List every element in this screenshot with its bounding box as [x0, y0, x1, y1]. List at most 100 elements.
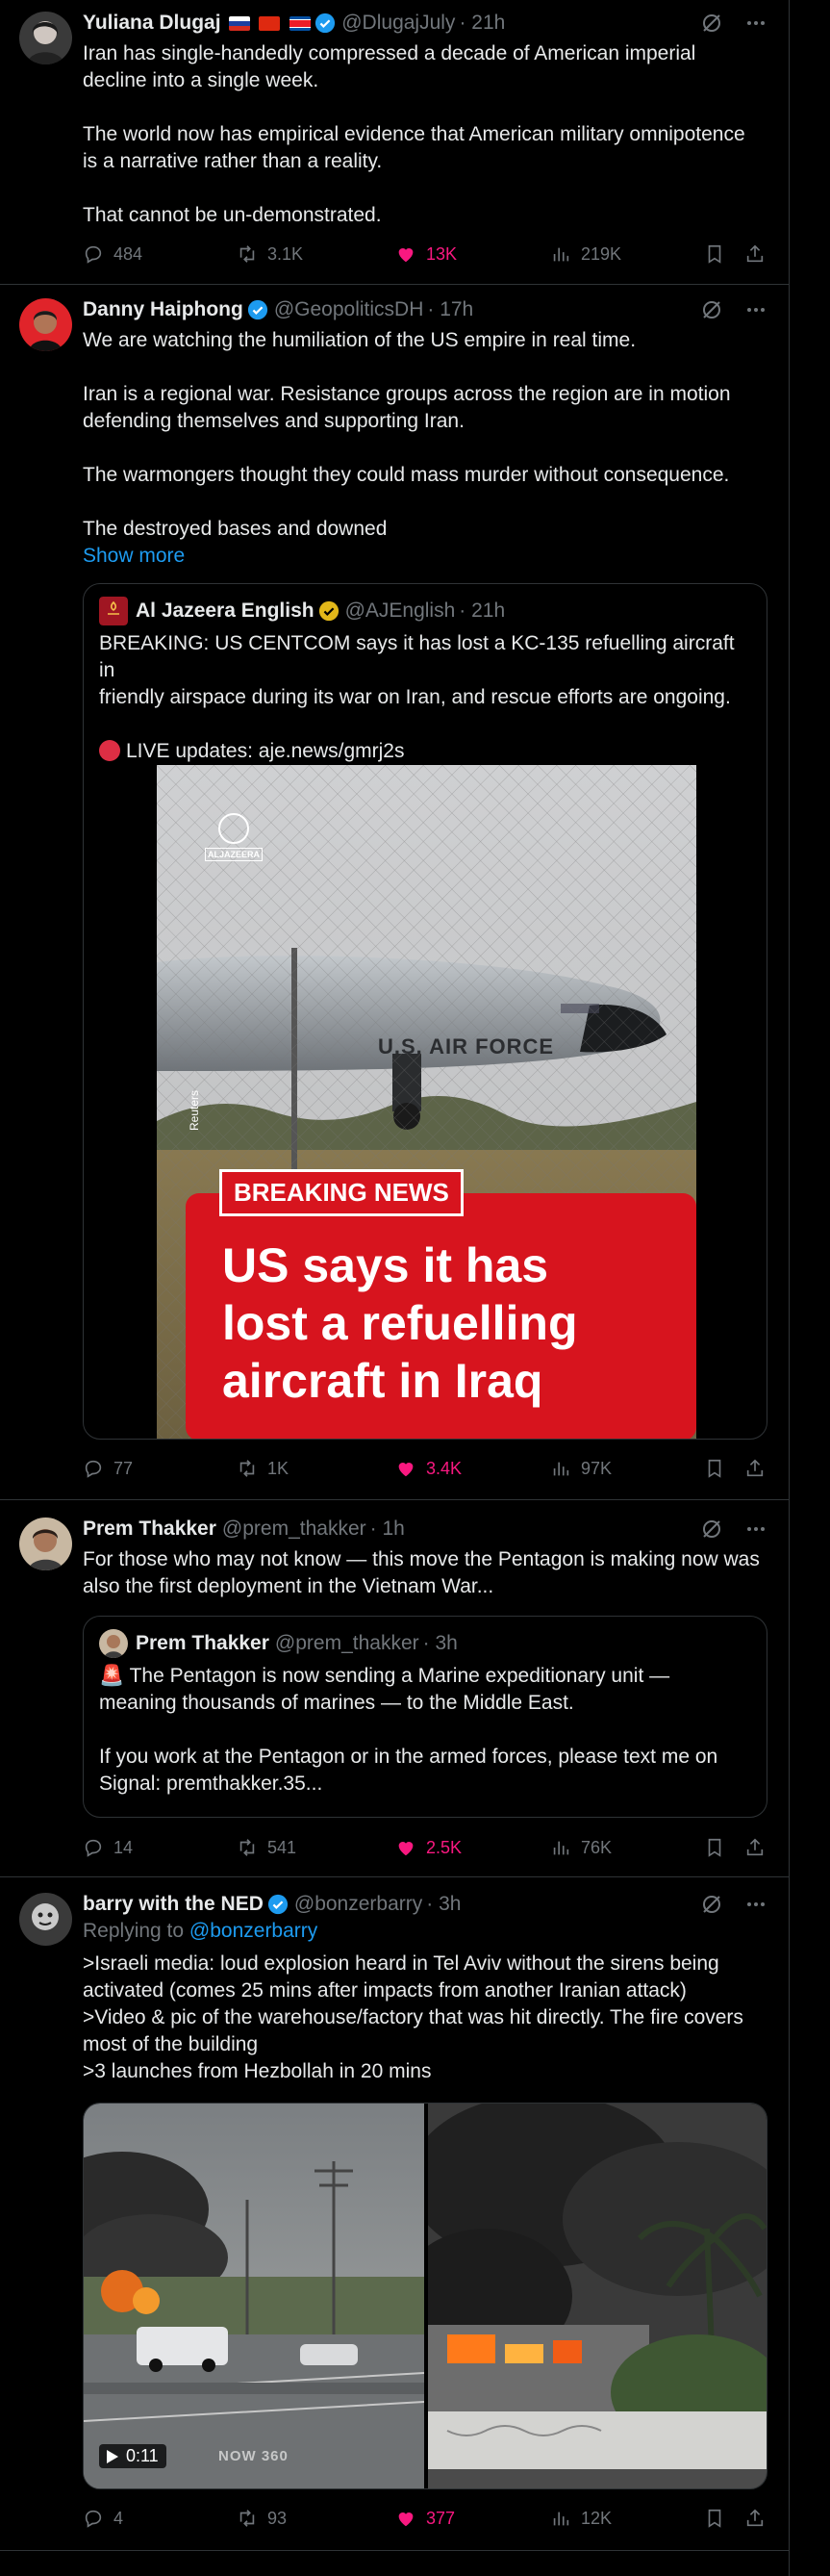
news-image[interactable]: ALJAZEERA U.S. AIR FORCE Reuters BREAKIN… — [157, 765, 696, 1439]
timeline-border — [789, 0, 790, 2576]
reply-button[interactable]: 4 — [83, 2508, 123, 2529]
handle[interactable]: @DlugajJuly — [341, 12, 455, 35]
display-name[interactable]: barry with the NED — [83, 1893, 264, 1916]
handle[interactable]: @bonzerbarry — [294, 1893, 422, 1916]
more-icon[interactable] — [744, 1893, 767, 1916]
like-button[interactable]: 377 — [395, 2508, 455, 2529]
tweet[interactable]: Yuliana Dlugaj @DlugajJuly · 21h Iran ha… — [0, 0, 789, 285]
share-button[interactable] — [744, 1458, 766, 1479]
grok-icon[interactable] — [700, 1893, 723, 1916]
views-button[interactable]: 219K — [550, 243, 621, 265]
repost-button[interactable]: 541 — [237, 1837, 296, 1858]
more-icon[interactable] — [744, 1518, 767, 1541]
avatar[interactable] — [99, 597, 128, 625]
replying-to-link[interactable]: @bonzerbarry — [189, 1920, 317, 1942]
handle[interactable]: @GeopoliticsDH — [274, 298, 424, 321]
timestamp: · 3h — [422, 1632, 458, 1654]
timestamp: · 21h — [459, 599, 506, 622]
show-more-link[interactable]: Show more — [83, 543, 767, 570]
reply-button[interactable]: 77 — [83, 1458, 133, 1479]
quoted-tweet[interactable]: Al Jazeera English @AJEnglish · 21h BREA… — [83, 583, 767, 1440]
display-name[interactable]: Prem Thakker — [83, 1518, 216, 1541]
bookmark-button[interactable] — [704, 1837, 725, 1858]
bookmark-icon — [708, 1838, 721, 1857]
display-name[interactable]: Prem Thakker — [136, 1632, 269, 1655]
avatar[interactable] — [19, 298, 72, 351]
repost-count: 1K — [267, 1458, 289, 1478]
views-icon — [553, 2512, 569, 2526]
avatar[interactable] — [19, 1518, 72, 1570]
handle[interactable]: @prem_thakker — [275, 1632, 419, 1655]
action-bar: 484 3.1K 13K 219K — [83, 240, 767, 268]
plane-marking: U.S. AIR FORCE — [378, 1034, 555, 1058]
like-count: 3.4K — [426, 1458, 463, 1478]
display-name[interactable]: Danny Haiphong — [83, 298, 243, 321]
view-count: 76K — [581, 1837, 613, 1857]
bookmark-button[interactable] — [704, 2508, 725, 2529]
share-button[interactable] — [744, 1837, 766, 1858]
views-button[interactable]: 97K — [550, 1458, 612, 1479]
view-count: 219K — [581, 243, 622, 264]
tweet[interactable]: Prem Thakker @prem_thakker · 1h For thos… — [0, 1500, 789, 1877]
timestamp[interactable]: · 17h — [427, 298, 473, 321]
views-button[interactable]: 12K — [550, 2508, 612, 2529]
live-link[interactable]: LIVE updates: aje.news/gmrj2s — [126, 740, 405, 762]
avatar[interactable] — [19, 12, 72, 64]
display-name[interactable]: Yuliana Dlugaj — [83, 12, 221, 35]
like-count: 13K — [426, 243, 458, 264]
reply-button[interactable]: 14 — [83, 1837, 133, 1858]
like-button[interactable]: 2.5K — [395, 1837, 462, 1858]
timestamp[interactable]: · 3h — [426, 1893, 461, 1916]
avatar[interactable] — [19, 1893, 72, 1946]
bookmark-button[interactable] — [704, 243, 725, 265]
more-icon[interactable] — [744, 298, 767, 321]
repost-button[interactable]: 1K — [237, 1458, 289, 1479]
views-button[interactable]: 76K — [550, 1837, 612, 1858]
tweet[interactable]: Danny Haiphong @GeopoliticsDH · 17h We a… — [0, 285, 789, 1500]
timestamp[interactable]: · 1h — [370, 1518, 405, 1541]
tweet-text: >Israeli media: loud explosion heard in … — [83, 1952, 743, 2082]
red-circle-icon — [99, 740, 120, 761]
quoted-tweet[interactable]: Prem Thakker @prem_thakker · 3h 🚨 The Pe… — [83, 1616, 767, 1818]
bookmark-icon — [708, 2509, 721, 2528]
bookmark-button[interactable] — [704, 1458, 725, 1479]
reply-count: 14 — [113, 1837, 134, 1857]
share-button[interactable] — [744, 2508, 766, 2529]
share-icon — [746, 1838, 764, 1856]
like-icon — [398, 1463, 414, 1477]
repost-button[interactable]: 93 — [237, 2508, 287, 2529]
views-icon — [553, 247, 569, 262]
verified-icon — [318, 600, 339, 622]
repost-icon — [239, 2510, 255, 2527]
handle[interactable]: @prem_thakker — [222, 1518, 366, 1541]
share-button[interactable] — [744, 243, 766, 265]
share-icon — [746, 2509, 764, 2527]
like-button[interactable]: 13K — [395, 243, 457, 265]
share-icon — [746, 244, 764, 263]
tweet[interactable]: barry with the NED @bonzerbarry · 3h Rep… — [0, 1877, 789, 2551]
media-grid: 0:11 NOW 360 — [83, 2103, 767, 2489]
grok-icon[interactable] — [700, 298, 723, 321]
avatar[interactable] — [99, 1629, 128, 1658]
reply-button[interactable]: 484 — [83, 243, 142, 265]
fire-photo[interactable] — [428, 2104, 767, 2488]
repost-button[interactable]: 3.1K — [237, 243, 303, 265]
reply-count: 4 — [113, 2508, 124, 2528]
like-icon — [398, 2512, 414, 2527]
like-icon — [398, 248, 414, 263]
handle[interactable]: @AJEnglish — [345, 599, 456, 623]
timestamp[interactable]: · 21h — [459, 12, 505, 35]
grok-icon[interactable] — [700, 12, 723, 35]
video-thumbnail[interactable]: 0:11 NOW 360 — [84, 2104, 424, 2488]
tweet-text: We are watching the humiliation of the U… — [83, 327, 767, 570]
action-bar: 4 93 377 12K — [83, 2504, 767, 2533]
action-bar: 14 541 2.5K 76K — [83, 1833, 767, 1862]
watermark: NOW 360 — [218, 2448, 289, 2464]
display-name[interactable]: Al Jazeera English — [136, 599, 314, 623]
photo-credit: Reuters — [188, 1089, 201, 1131]
more-icon[interactable] — [744, 12, 767, 35]
grok-icon[interactable] — [700, 1518, 723, 1541]
bookmark-icon — [708, 1459, 721, 1478]
play-icon[interactable] — [107, 2449, 118, 2463]
like-button[interactable]: 3.4K — [395, 1458, 462, 1479]
